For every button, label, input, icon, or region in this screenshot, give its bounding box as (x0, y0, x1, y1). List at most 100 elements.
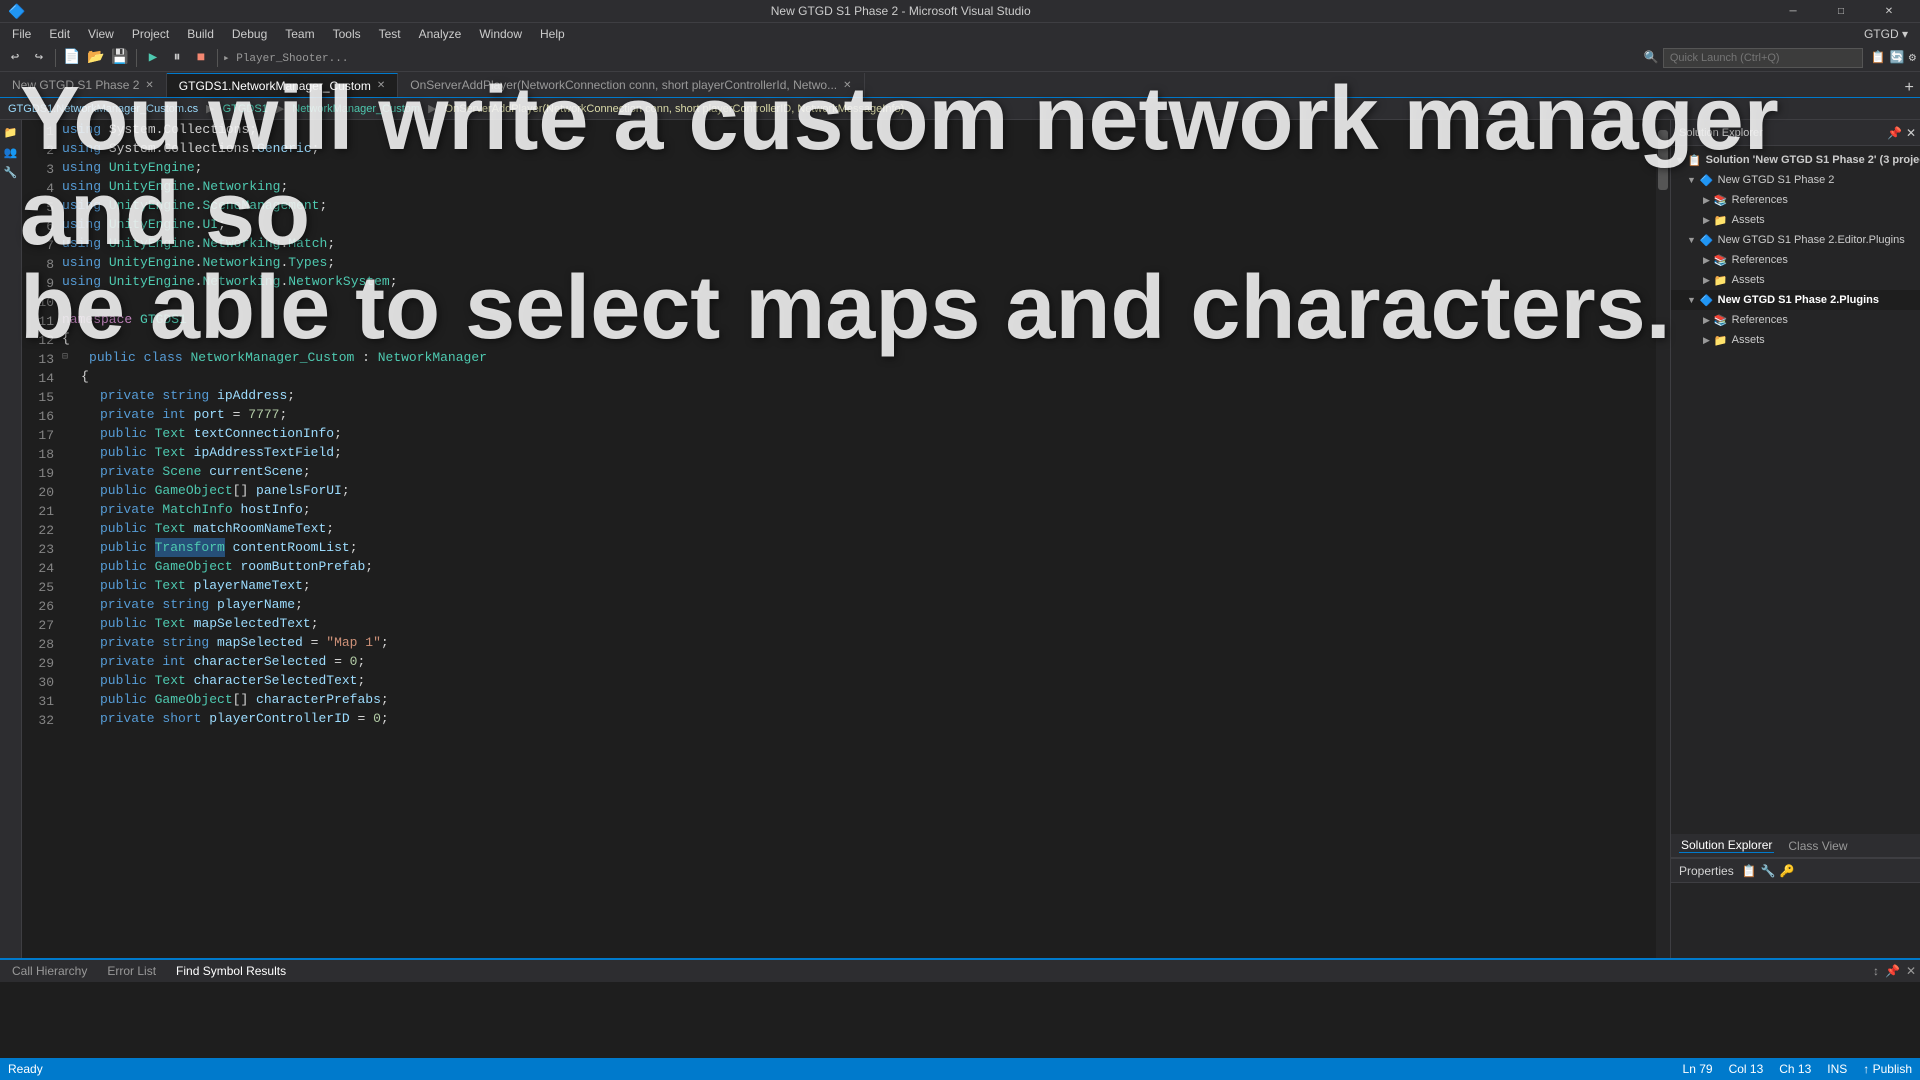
tabs-row: New GTGD S1 Phase 2 ✕ GTGDS1.NetworkMana… (0, 72, 1920, 98)
code-line-18: public Text ipAddressTextField; (62, 443, 1656, 462)
tab-class-view[interactable]: Class View (1786, 839, 1849, 853)
undo-button[interactable]: ↩ (4, 47, 26, 69)
code-content[interactable]: using System.Collections; using System.C… (62, 120, 1656, 958)
code-line-26: private string playerName; (62, 595, 1656, 614)
redo-button[interactable]: ↪ (28, 47, 50, 69)
right-panel-solution-btn[interactable]: Solution Explorer (1675, 127, 1767, 139)
assets-ep-icon: 📁 (1714, 274, 1728, 287)
btab-pin-icon[interactable]: 📌 (1885, 964, 1900, 978)
minimize-button[interactable]: ─ (1770, 0, 1816, 22)
tab-onserveraddplayer[interactable]: OnServerAddPlayer(NetworkConnection conn… (398, 73, 864, 97)
ln-12: 12 (22, 331, 54, 350)
open-button[interactable]: 📂 (85, 47, 107, 69)
code-line-5: using UnityEngine.SceneManagement; (62, 196, 1656, 215)
toolbar-sep3 (217, 49, 218, 67)
right-panel-close-icon[interactable]: ✕ (1906, 126, 1916, 140)
tab-networkmanager[interactable]: GTGDS1.NetworkManager_Custom ✕ (167, 73, 398, 97)
editor-scrollbar[interactable] (1656, 120, 1670, 958)
ln-8: 8 (22, 255, 54, 274)
code-line-11: namespace GTGDS1 (62, 310, 1656, 329)
account-info: GTGD ▾ (1864, 27, 1916, 41)
menu-tools[interactable]: Tools (325, 25, 369, 43)
code-line-8: using UnityEngine.Networking.Types; (62, 253, 1656, 272)
debug-start-button[interactable]: ▶ (142, 47, 164, 69)
code-line-10 (62, 291, 1656, 310)
btab-sort-icon[interactable]: ↕ (1873, 964, 1879, 978)
references1-icon: 📚 (1714, 194, 1728, 207)
code-line-32: private short playerControllerID = 0; (62, 709, 1656, 728)
tab-close-networkmanager[interactable]: ✕ (377, 80, 385, 91)
menu-edit[interactable]: Edit (41, 25, 78, 43)
quick-launch-input[interactable] (1663, 48, 1863, 68)
close-button[interactable]: ✕ (1866, 0, 1912, 22)
search-icon: 🔍 (1644, 50, 1659, 65)
tab-solution-explorer[interactable]: Solution Explorer (1679, 838, 1774, 853)
se-references-ep[interactable]: ▶ 📚 References (1671, 250, 1920, 270)
ln-18: 18 (22, 445, 54, 464)
debug-pause-button[interactable]: ⏸ (166, 47, 188, 69)
statusbar: Ready Ln 79 Col 13 Ch 13 INS ↑ Publish (0, 1058, 1920, 1080)
se-assets-ep[interactable]: ▶ 📁 Assets (1671, 270, 1920, 290)
se-plugins[interactable]: ▼ 🔷 New GTGD S1 Phase 2.Plugins (1671, 290, 1920, 310)
ln-11: 11 (22, 312, 54, 331)
solution-explorer-icon[interactable]: 📋 (1871, 50, 1886, 65)
status-ch: Ch 13 (1779, 1062, 1811, 1076)
status-col: Col 13 (1729, 1062, 1764, 1076)
se-solution-root[interactable]: ▼ 📋 Solution 'New GTGD S1 Phase 2' (3 pr… (1671, 150, 1920, 170)
menu-window[interactable]: Window (471, 25, 530, 43)
code-line-17: public Text textConnectionInfo; (62, 424, 1656, 443)
status-publish[interactable]: ↑ Publish (1863, 1062, 1912, 1076)
se-project1[interactable]: ▼ 🔷 New GTGD S1 Phase 2 (1671, 170, 1920, 190)
menu-file[interactable]: File (4, 25, 39, 43)
maximize-button[interactable]: □ (1818, 0, 1864, 22)
se-references-pl[interactable]: ▶ 📚 References (1671, 310, 1920, 330)
prop-icon-3[interactable]: 🔑 (1780, 864, 1795, 878)
btab-close-icon[interactable]: ✕ (1906, 964, 1916, 978)
prop-icon-2[interactable]: 🔧 (1761, 864, 1776, 878)
btab-call-hierarchy[interactable]: Call Hierarchy (4, 962, 95, 980)
sidebar-solution-icon[interactable]: 📁 (2, 124, 20, 142)
debug-stop-button[interactable]: ■ (190, 47, 212, 69)
new-file-button[interactable]: 📄 (61, 47, 83, 69)
tab-solution[interactable]: New GTGD S1 Phase 2 ✕ (0, 73, 167, 97)
ln-14: 14 (22, 369, 54, 388)
menu-project[interactable]: Project (124, 25, 177, 43)
breadcrumb-ns: GTGDS1 (223, 103, 268, 115)
tab-close-solution[interactable]: ✕ (145, 80, 153, 91)
code-line-22: public Text matchRoomNameText; (62, 519, 1656, 538)
btab-find-symbol[interactable]: Find Symbol Results (168, 962, 294, 980)
menu-test[interactable]: Test (371, 25, 409, 43)
se-assets-pl[interactable]: ▶ 📁 Assets (1671, 330, 1920, 350)
menu-debug[interactable]: Debug (224, 25, 275, 43)
btab-error-list[interactable]: Error List (99, 962, 164, 980)
menu-team[interactable]: Team (277, 25, 322, 43)
code-editor[interactable]: 1 2 3 4 5 6 7 8 9 10 11 12 13 14 15 16 1… (22, 120, 1670, 958)
new-tab-button[interactable]: + (1898, 79, 1920, 97)
se-references1[interactable]: ▶ 📚 References (1671, 190, 1920, 210)
sidebar-team-icon[interactable]: 👥 (2, 144, 20, 162)
scrollbar-thumb[interactable] (1658, 130, 1668, 190)
se-assets1[interactable]: ▶ 📁 Assets (1671, 210, 1920, 230)
properties-header: Properties 📋 🔧 🔑 (1671, 859, 1920, 883)
menu-build[interactable]: Build (179, 25, 222, 43)
ln-28: 28 (22, 635, 54, 654)
save-button[interactable]: 💾 (109, 47, 131, 69)
code-line-7: using UnityEngine.Networking.Match; (62, 234, 1656, 253)
refresh-icon[interactable]: 🔄 (1890, 50, 1905, 65)
right-panel-pin-icon[interactable]: 📌 (1887, 126, 1902, 140)
solution-tree: ▼ 📋 Solution 'New GTGD S1 Phase 2' (3 pr… (1671, 146, 1920, 834)
settings-icon[interactable]: ⚙ (1909, 50, 1916, 65)
menu-analyze[interactable]: Analyze (411, 25, 470, 43)
menu-help[interactable]: Help (532, 25, 573, 43)
bottom-panel-controls: ↕ 📌 ✕ (1873, 964, 1916, 978)
se-editor-plugins[interactable]: ▼ 🔷 New GTGD S1 Phase 2.Editor.Plugins (1671, 230, 1920, 250)
bottom-panel: Call Hierarchy Error List Find Symbol Re… (0, 958, 1920, 1058)
sidebar-server-icon[interactable]: 🔧 (2, 164, 20, 182)
menu-view[interactable]: View (80, 25, 122, 43)
properties-icons: 📋 🔧 🔑 (1742, 864, 1795, 878)
se-assets-pl-label: Assets (1732, 334, 1765, 346)
tab-close-onserveraddplayer[interactable]: ✕ (843, 80, 851, 91)
breadcrumb-method: OnServerAddPlayer(NetworkConnection conn… (445, 103, 905, 115)
se-assets-ep-label: Assets (1732, 274, 1765, 286)
prop-icon-1[interactable]: 📋 (1742, 864, 1757, 878)
